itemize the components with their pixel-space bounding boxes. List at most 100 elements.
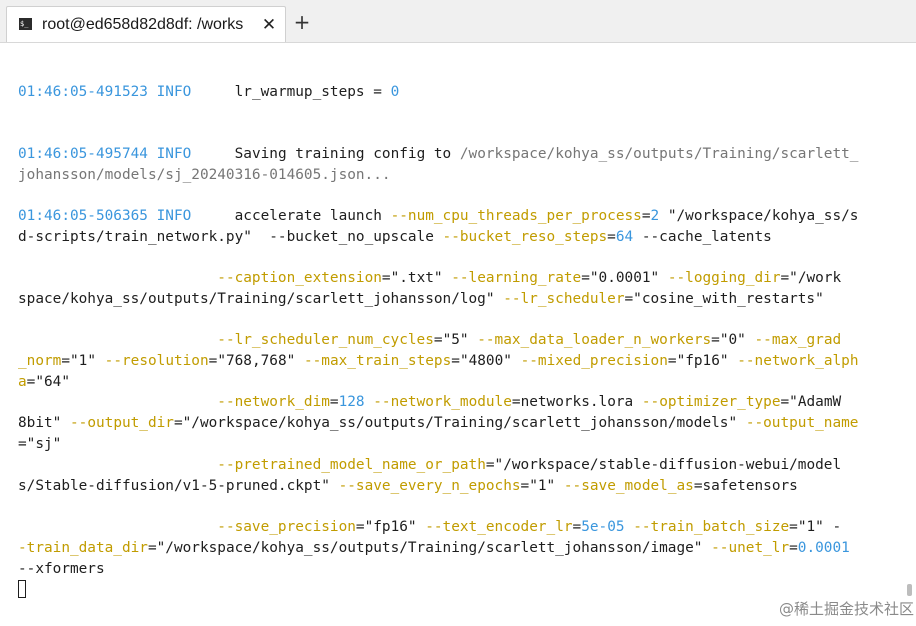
arg-value: "0.0001" (589, 270, 660, 286)
eq: = (208, 353, 218, 369)
args-line: --caption_extension=".txt" --learning_ra… (18, 268, 841, 288)
eq: = (789, 540, 798, 556)
arg: - (823, 519, 842, 535)
arg: --output_dir (70, 415, 174, 431)
log-line-saving-config: 01:46:05-495744 INFO Saving training con… (18, 144, 858, 164)
args-line: -train_data_dir="/workspace/kohya_ss/out… (18, 538, 850, 558)
arg-value: 128 (338, 394, 365, 410)
arg-value: "cosine_with_restarts" (633, 291, 824, 307)
arg: --network_module (373, 394, 512, 410)
args-line: ="sj" (18, 434, 61, 454)
timestamp: 01:46:05-506365 (18, 208, 148, 224)
arg-value: "fp16" (676, 353, 729, 369)
arg-value: "1" (529, 478, 556, 494)
eq: = (173, 415, 183, 431)
arg-value: networks.lora (520, 394, 634, 410)
arg-value: "/work (789, 270, 842, 286)
args-line: --save_precision="fp16" --text_encoder_l… (18, 517, 841, 537)
arg: --lr_scheduler_num_cycles (217, 332, 434, 348)
args-line: a="64" (18, 372, 70, 392)
config-path: /workspace/kohya_ss/outputs/Training/sca… (459, 146, 859, 162)
eq: = (711, 332, 720, 348)
log-level: INFO (156, 208, 192, 224)
arg-value: "1" (797, 519, 824, 535)
arg: --lr_scheduler (503, 291, 625, 307)
eq: = (693, 478, 703, 494)
log-message: lr_warmup_steps = (234, 84, 391, 100)
eq: = (780, 394, 790, 410)
arg: a (18, 374, 27, 390)
arg: --output_name (745, 415, 859, 431)
log-line-warmup: 01:46:05-491523 INFO lr_warmup_steps = 0 (18, 82, 399, 102)
args-line: --lr_scheduler_num_cycles="5" --max_data… (18, 330, 841, 350)
eq: = (329, 394, 339, 410)
eq: = (18, 436, 27, 452)
log-message: Saving training config to (234, 146, 460, 162)
eq: = (433, 332, 443, 348)
terminal-icon: $_ (19, 18, 32, 30)
arg-value: "64" (35, 374, 70, 390)
log-message: accelerate launch (234, 208, 391, 224)
eq: = (581, 270, 590, 286)
arg-value: "/workspace/kohya_ss/s (659, 208, 859, 224)
timestamp: 01:46:05-495744 (18, 146, 148, 162)
terminal-output[interactable]: 01:46:05-491523 INFO lr_warmup_steps = 0… (18, 82, 888, 602)
eq: = (451, 353, 460, 369)
arg: --num_cpu_threads_per_process (390, 208, 642, 224)
new-tab-button[interactable]: + (288, 8, 316, 36)
eq: = (780, 270, 790, 286)
arg-value: "0" (719, 332, 746, 348)
config-path-cont: johansson/models/sj_20240316-014605.json… (18, 167, 391, 183)
arg-value: "768,768" (217, 353, 296, 369)
log-level: INFO (156, 84, 192, 100)
eq: = (381, 270, 391, 286)
args-line: s/Stable-diffusion/v1-5-pruned.ckpt" --s… (18, 476, 798, 496)
arg-value: "/workspace/kohya_ss/outputs/Training/sc… (182, 415, 738, 431)
scrollbar-thumb[interactable] (907, 584, 912, 596)
eq: = (355, 519, 365, 535)
arg: --save_every_n_epochs (338, 478, 521, 494)
eq: = (147, 540, 157, 556)
arg: --save_precision (217, 519, 356, 535)
args-line: space/kohya_ss/outputs/Training/scarlett… (18, 289, 824, 309)
arg: --max_grad (754, 332, 842, 348)
arg: --caption_extension (217, 270, 382, 286)
timestamp: 01:46:05-491523 (18, 84, 148, 100)
close-tab-icon[interactable]: ✕ (259, 15, 279, 35)
arg: --network_alph (737, 353, 859, 369)
arg-value: "fp16" (364, 519, 417, 535)
text-cursor (18, 580, 26, 598)
vertical-scrollbar[interactable] (903, 44, 916, 610)
arg-value: safetensors (702, 478, 798, 494)
log-level: INFO (156, 146, 192, 162)
arg-value: 5e-05 (581, 519, 625, 535)
title-bar: $_ root@ed658d82d8df: /works ✕ + (0, 0, 916, 43)
arg: --text_encoder_lr (425, 519, 573, 535)
arg-value: "4800" (459, 353, 512, 369)
eq: = (520, 478, 530, 494)
arg-value: 64 (615, 229, 634, 245)
arg-value: "/workspace/stable-diffusion-webui/model (494, 457, 842, 473)
arg: --logging_dir (667, 270, 781, 286)
arg: --max_data_loader_n_workers (477, 332, 712, 348)
arg: --cache_latents (633, 229, 772, 245)
eq: = (641, 208, 651, 224)
arg: --bucket_reso_steps (442, 229, 608, 245)
arg: --unet_lr (711, 540, 790, 556)
args-line: --network_dim=128 --network_module=netwo… (18, 392, 841, 412)
arg: --bucket_no_upscale (251, 229, 443, 245)
arg: --pretrained_model_name_or_path (217, 457, 486, 473)
arg-value: 0.0001 (797, 540, 850, 556)
eq: = (789, 519, 798, 535)
tab-title: root@ed658d82d8df: /works (42, 16, 244, 33)
eq: = (607, 229, 616, 245)
arg-value: s/Stable-diffusion/v1-5-pruned.ckpt" (18, 478, 330, 494)
arg-value: "5" (442, 332, 469, 348)
eq: = (667, 353, 677, 369)
args-line: 8bit" --output_dir="/workspace/kohya_ss/… (18, 413, 858, 433)
terminal-tab[interactable]: $_ root@ed658d82d8df: /works ✕ (6, 6, 286, 42)
arg: --network_dim (217, 394, 330, 410)
log-line-accelerate: 01:46:05-506365 INFO accelerate launch -… (18, 206, 858, 226)
eq: = (485, 457, 495, 473)
arg-value: 8bit" (18, 415, 62, 431)
